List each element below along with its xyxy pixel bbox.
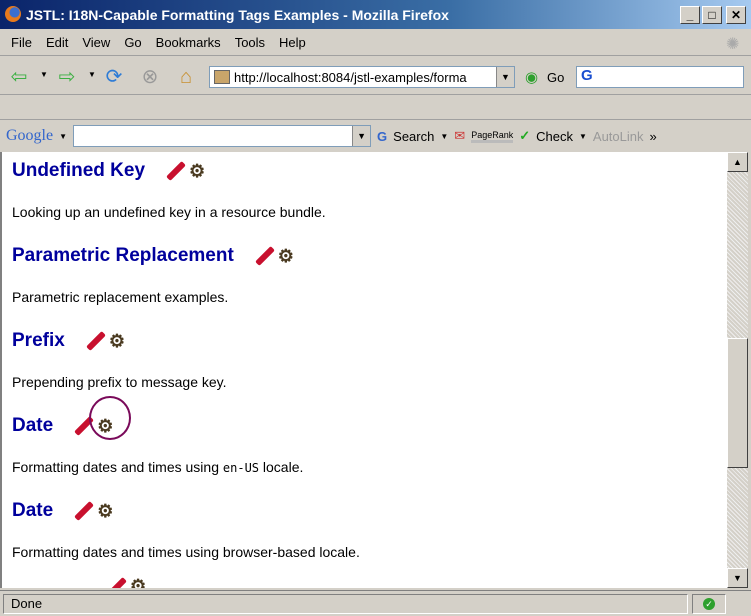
forward-dropdown-icon[interactable]: ▼ — [88, 70, 96, 79]
heading-link[interactable]: Prefix — [12, 330, 65, 352]
menu-bar: File Edit View Go Bookmarks Tools Help ✺ — [0, 30, 751, 56]
pagerank-indicator: PageRank — [471, 130, 514, 143]
screwdriver-icon[interactable] — [254, 246, 275, 266]
scroll-thumb[interactable] — [727, 338, 748, 468]
section-heading: Undefined Key ⚙ — [12, 160, 205, 182]
google-logo[interactable]: Google — [6, 127, 53, 145]
gears-icon[interactable]: ⚙ — [97, 501, 113, 522]
throbber-icon: ✺ — [726, 36, 740, 53]
home-icon[interactable]: ⌂ — [175, 66, 197, 88]
gears-icon[interactable]: ⚙ — [109, 331, 125, 352]
google-g-icon: G — [377, 128, 388, 144]
check-icon: ✓ — [703, 598, 715, 610]
maximize-button[interactable]: □ — [702, 6, 722, 24]
section-desc: Prepending prefix to message key. — [12, 374, 227, 390]
screwdriver-icon[interactable] — [166, 161, 186, 181]
title-bar: JSTL: I18N-Capable Formatting Tags Examp… — [0, 0, 751, 29]
google-search-dropdown-icon[interactable]: ▼ — [352, 126, 371, 146]
search-box[interactable]: G — [576, 66, 744, 88]
check-button[interactable]: Check — [536, 129, 573, 144]
gears-icon[interactable]: ⚙ — [278, 246, 294, 267]
menu-bookmarks[interactable]: Bookmarks — [149, 35, 228, 50]
heading-link[interactable]: Date — [12, 415, 53, 437]
status-bar: Done ✓ — [0, 590, 751, 616]
search-dropdown-icon[interactable]: ▼ — [440, 132, 448, 141]
firefox-icon — [5, 6, 21, 22]
reload-icon[interactable]: ⟳ — [103, 66, 125, 88]
scroll-down-button[interactable]: ▼ — [727, 568, 748, 588]
popup-blocker-icon[interactable]: ✉ — [454, 128, 465, 144]
section-desc: Looking up an undefined key in a resourc… — [12, 204, 326, 220]
url-text[interactable]: http://localhost:8084/jstl-examples/form… — [230, 70, 496, 85]
close-button[interactable]: ✕ — [726, 6, 746, 24]
google-search-input[interactable]: ▼ — [73, 125, 372, 147]
screwdriver-icon[interactable] — [85, 331, 106, 351]
section-desc: Formatting dates and times using en-US l… — [12, 459, 304, 475]
forward-icon[interactable]: ⇨ — [56, 66, 78, 88]
gears-icon[interactable]: ⚙ — [189, 161, 205, 182]
section-desc: Formatting dates and times using browser… — [12, 544, 360, 560]
heading-link[interactable]: Parametric Replacement — [12, 245, 234, 267]
section-desc: Parametric replacement examples. — [12, 289, 229, 305]
section-heading: Parametric Replacement ⚙ — [12, 245, 294, 267]
stop-icon[interactable]: ⊗ — [139, 66, 161, 88]
google-search-button[interactable]: Search — [393, 129, 434, 144]
minimize-button[interactable]: _ — [680, 6, 700, 24]
section-heading: Prefix ⚙ — [12, 330, 125, 352]
vertical-scrollbar[interactable]: ▲ ▼ — [727, 152, 748, 588]
page-content: Undefined Key ⚙ Looking up an undefined k… — [0, 152, 727, 588]
screwdriver-icon[interactable] — [74, 501, 95, 521]
menu-edit[interactable]: Edit — [39, 35, 75, 50]
autolink-button[interactable]: AutoLink — [593, 129, 644, 144]
check-dropdown-icon[interactable]: ▼ — [579, 132, 587, 141]
menu-tools[interactable]: Tools — [228, 35, 272, 50]
empty-toolbar — [0, 96, 751, 120]
status-indicator: ✓ — [692, 594, 726, 614]
section-heading: Date ⚙ — [12, 500, 113, 522]
gears-icon[interactable]: ⚙ — [130, 576, 146, 588]
heading-link[interactable]: Date — [12, 500, 53, 522]
partial-section-icons: ⚙ — [106, 576, 146, 588]
back-dropdown-icon[interactable]: ▼ — [40, 70, 48, 79]
search-engine-icon[interactable]: G — [577, 67, 593, 84]
google-toolbar: Google ▼ ▼ G Search ▼ ✉ PageRank ✓ Check… — [0, 121, 751, 151]
menu-help[interactable]: Help — [272, 35, 313, 50]
highlight-circle — [89, 396, 131, 440]
back-icon[interactable]: ⇦ — [8, 66, 30, 88]
status-text: Done — [3, 594, 688, 614]
scroll-up-button[interactable]: ▲ — [727, 152, 748, 172]
window-title: JSTL: I18N-Capable Formatting Tags Examp… — [26, 6, 449, 23]
heading-link[interactable]: Undefined Key — [12, 160, 145, 182]
google-menu-icon[interactable]: ▼ — [59, 132, 67, 141]
site-icon — [214, 70, 230, 84]
go-button[interactable]: Go — [547, 70, 564, 85]
url-bar[interactable]: http://localhost:8084/jstl-examples/form… — [209, 66, 515, 88]
menu-file[interactable]: File — [4, 35, 39, 50]
go-icon[interactable]: ◉ — [525, 68, 538, 86]
menu-go[interactable]: Go — [117, 35, 148, 50]
spellcheck-icon: ✓ — [519, 128, 531, 143]
screwdriver-icon[interactable] — [107, 576, 127, 588]
menu-view[interactable]: View — [75, 35, 117, 50]
url-dropdown-icon[interactable]: ▼ — [496, 67, 514, 87]
more-chevron[interactable]: » — [650, 129, 657, 144]
